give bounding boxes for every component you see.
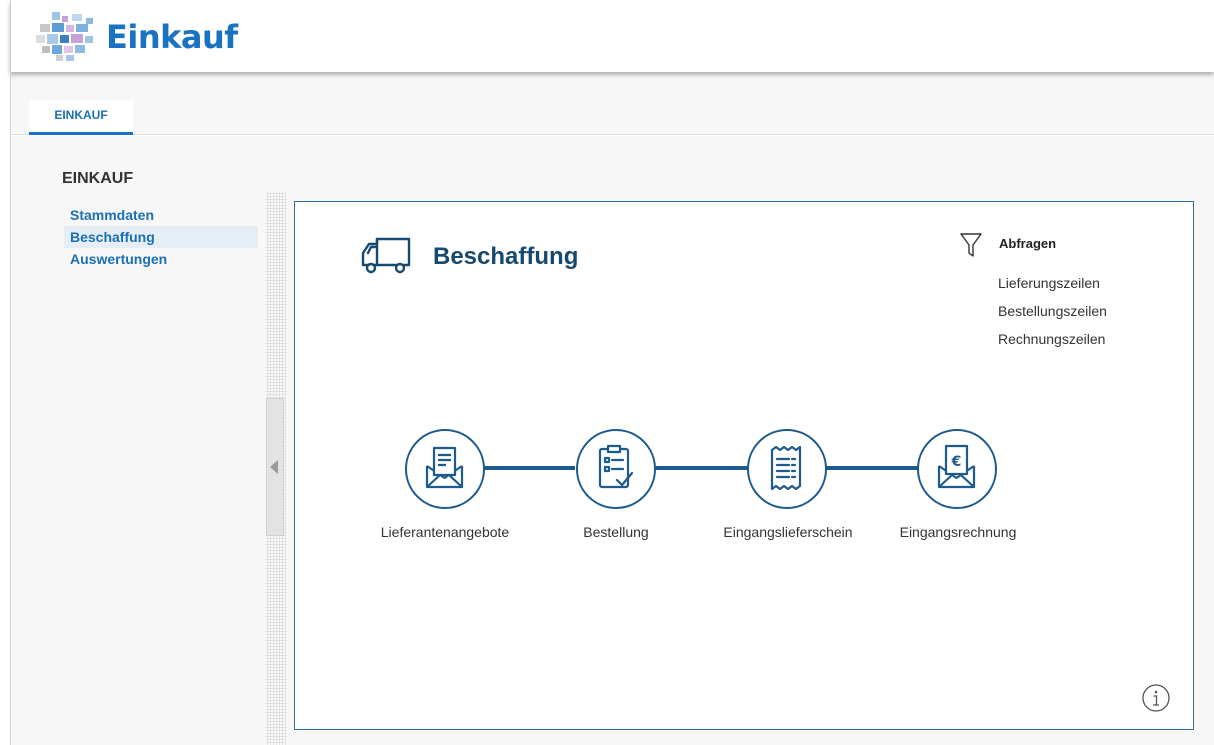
receipt-icon: [770, 445, 802, 491]
tab-einkauf[interactable]: EINKAUF: [29, 100, 133, 135]
query-bestellungszeilen[interactable]: Bestellungszeilen: [998, 302, 1107, 330]
app-title: Einkauf: [106, 18, 238, 56]
truck-icon: [361, 237, 411, 274]
sidebar-nav: Stammdaten Beschaffung Auswertungen: [64, 204, 258, 270]
sidebar-title: EINKAUF: [62, 170, 134, 187]
envelope-letter-icon: [425, 446, 464, 489]
queries-title: Abfragen: [999, 236, 1057, 251]
sidebar-item-stammdaten[interactable]: Stammdaten: [64, 204, 258, 226]
step-eingangslieferschein-button[interactable]: [747, 429, 827, 509]
window-border: [10, 0, 11, 745]
beschaffung-panel: Beschaffung Abfragen Lieferungszeilen Be…: [294, 201, 1194, 730]
query-lieferungszeilen[interactable]: Lieferungszeilen: [998, 274, 1107, 302]
step-bestellung-button[interactable]: [576, 429, 656, 509]
sidebar-item-auswertungen[interactable]: Auswertungen: [64, 248, 258, 270]
clipboard-check-icon: [598, 444, 634, 489]
app-logo-icon: [36, 12, 93, 61]
chevron-left-icon: [270, 460, 278, 474]
step-label-eingangsrechnung[interactable]: Eingangsrechnung: [868, 524, 1048, 540]
queries-list: Lieferungszeilen Bestellungszeilen Rechn…: [998, 274, 1107, 358]
step-label-lieferantenangebote[interactable]: Lieferantenangebote: [355, 524, 535, 540]
collapse-sidebar-button[interactable]: [266, 398, 284, 536]
sidebar-item-beschaffung[interactable]: Beschaffung: [64, 226, 258, 248]
step-eingangsrechnung-button[interactable]: €: [917, 429, 997, 509]
info-icon[interactable]: [1141, 683, 1171, 713]
step-label-bestellung[interactable]: Bestellung: [526, 524, 706, 540]
envelope-euro-icon: €: [937, 444, 976, 489]
tab-bar: EINKAUF: [11, 72, 1214, 135]
flow-connector: [481, 466, 575, 470]
svg-text:€: €: [951, 454, 962, 470]
step-lieferantenangebote-button[interactable]: [405, 429, 485, 509]
app-header: Einkauf: [10, 0, 1214, 72]
flow-connector: [823, 466, 919, 470]
panel-title: Beschaffung: [433, 243, 579, 270]
query-rechnungszeilen[interactable]: Rechnungszeilen: [998, 330, 1107, 358]
flow-connector: [652, 466, 748, 470]
filter-icon: [960, 233, 982, 257]
step-label-eingangslieferschein[interactable]: Eingangslieferschein: [698, 524, 878, 540]
